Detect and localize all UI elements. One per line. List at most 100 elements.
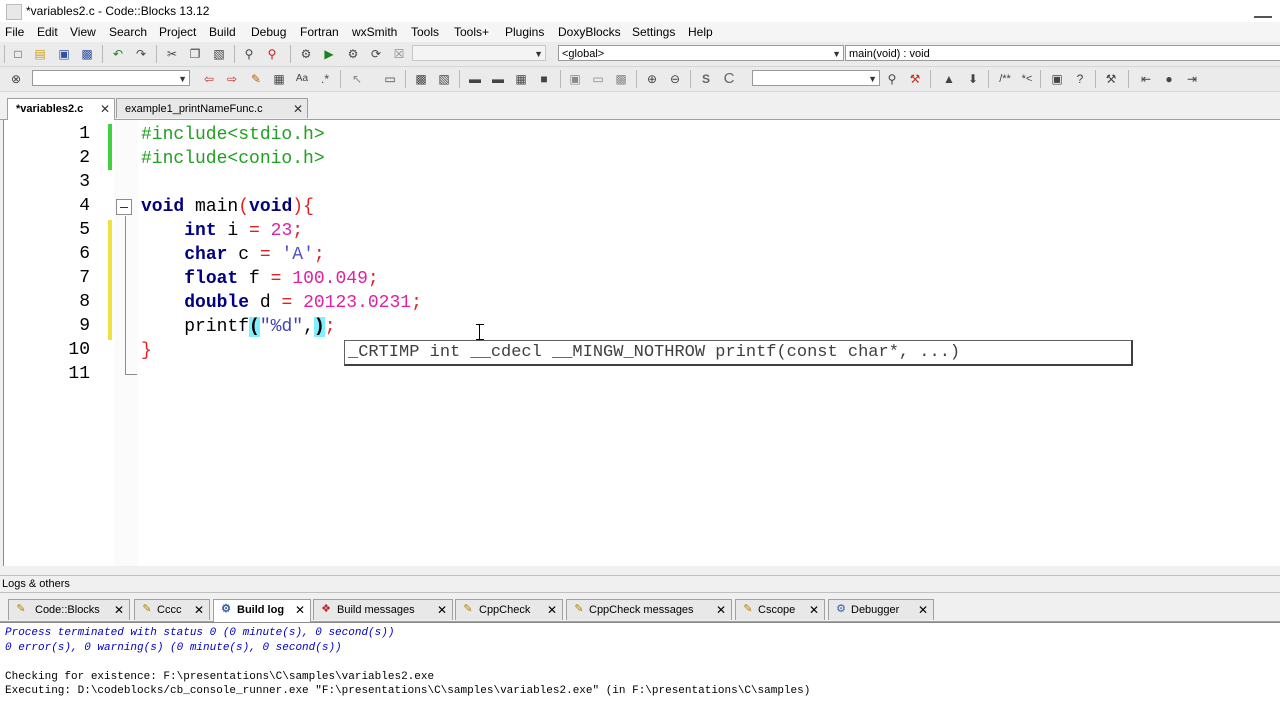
bookmark-icon[interactable]: ● xyxy=(1161,71,1177,87)
layout4-icon[interactable]: ■ xyxy=(536,71,552,87)
tab-example1[interactable]: example1_printNameFunc.c ✕ xyxy=(116,98,308,118)
tab-cccc[interactable]: ✎ Cccc ✕ xyxy=(134,599,210,620)
forward-arrow-icon[interactable]: ⇨ xyxy=(224,71,240,87)
save-all-icon[interactable]: ▩ xyxy=(79,46,95,62)
tab-cppcheck-messages[interactable]: ✎ CppCheck messages ✕ xyxy=(566,599,732,620)
tab-cscope[interactable]: ✎ Cscope ✕ xyxy=(735,599,825,620)
close-icon[interactable]: ✕ xyxy=(437,600,447,620)
build-gear-icon[interactable]: ⚙ xyxy=(298,46,314,62)
frame3-icon[interactable]: ▩ xyxy=(613,71,629,87)
undo-icon[interactable]: ↶ xyxy=(110,46,126,62)
menu-edit[interactable]: Edit xyxy=(37,25,58,39)
save-icon[interactable]: ▣ xyxy=(56,46,72,62)
rebuild-icon[interactable]: ⟳ xyxy=(368,46,384,62)
menu-fortran[interactable]: Fortran xyxy=(300,25,339,39)
replace-icon[interactable]: ⚲ xyxy=(264,46,280,62)
layout-icon[interactable]: ▬ xyxy=(467,71,483,87)
menu-build[interactable]: Build xyxy=(209,25,236,39)
frame-icon[interactable]: ▣ xyxy=(567,71,583,87)
text-style-icon[interactable]: Aa xyxy=(294,71,310,87)
paste-icon[interactable]: ▧ xyxy=(211,46,227,62)
tab-cppcheck[interactable]: ✎ CppCheck ✕ xyxy=(455,599,563,620)
highlight-icon[interactable]: ✎ xyxy=(248,71,264,87)
select-block-icon[interactable]: ▦ xyxy=(271,71,287,87)
label-icon[interactable]: ▧ xyxy=(436,71,452,87)
close-icon[interactable]: ✕ xyxy=(809,600,819,620)
close-icon[interactable]: ✕ xyxy=(114,600,124,620)
build-target-select[interactable]: ▼ xyxy=(412,45,546,61)
menu-view[interactable]: View xyxy=(70,25,96,39)
doc-icon[interactable]: ▣ xyxy=(1049,71,1065,87)
close-icon[interactable]: ✕ xyxy=(194,600,204,620)
next-bookmark-icon[interactable]: ⇥ xyxy=(1184,71,1200,87)
prev-bookmark-icon[interactable]: ⇤ xyxy=(1138,71,1154,87)
search-combo[interactable]: ▼ xyxy=(32,70,190,86)
box-icon[interactable]: ▭ xyxy=(382,71,398,87)
comment-block-icon[interactable]: /** xyxy=(994,71,1016,87)
hat-icon[interactable]: ▲ xyxy=(941,71,957,87)
fold-end xyxy=(125,374,137,375)
fold-toggle[interactable] xyxy=(116,199,132,215)
tab-debugger[interactable]: ⚙ Debugger ✕ xyxy=(828,599,934,620)
image-icon[interactable]: ▩ xyxy=(413,71,429,87)
comment-line-icon[interactable]: *< xyxy=(1018,71,1036,87)
close-icon[interactable]: ✕ xyxy=(547,600,557,620)
build-run-icon[interactable]: ⚙ xyxy=(345,46,361,62)
code-editor[interactable]: 1 2 3 4 5 6 7 8 9 10 11 #include<stdio.h… xyxy=(3,120,1280,566)
copy-icon[interactable]: ❐ xyxy=(187,46,203,62)
run-icon[interactable]: ▶ xyxy=(321,46,337,62)
zoom-in-icon[interactable]: ⊕ xyxy=(644,71,660,87)
layout2-icon[interactable]: ▬ xyxy=(490,71,506,87)
horizontal-scrollbar[interactable] xyxy=(3,566,1280,574)
tab-variables2[interactable]: *variables2.c ✕ xyxy=(7,98,115,120)
down-arrow-icon[interactable]: ⬇ xyxy=(965,71,981,87)
search-icon[interactable]: ⚲ xyxy=(884,71,900,87)
frame2-icon[interactable]: ▭ xyxy=(590,71,606,87)
menu-tools[interactable]: Tools xyxy=(411,25,439,39)
log-line: 0 error(s), 0 warning(s) (0 minute(s), 0… xyxy=(5,642,342,654)
wrench-icon[interactable]: ⚒ xyxy=(1103,71,1119,87)
close-icon[interactable]: ✕ xyxy=(716,600,726,620)
menu-search[interactable]: Search xyxy=(109,25,147,39)
build-log-output[interactable]: Process terminated with status 0 (0 minu… xyxy=(0,622,1280,721)
menu-plugins[interactable]: Plugins xyxy=(505,25,544,39)
symbol-combo[interactable]: ▼ xyxy=(752,70,880,86)
menu-settings[interactable]: Settings xyxy=(632,25,675,39)
close-icon[interactable]: ✕ xyxy=(918,600,928,620)
tab-codeblocks[interactable]: ✎ Code::Blocks ✕ xyxy=(8,599,130,620)
redo-icon[interactable]: ↷ xyxy=(133,46,149,62)
find-icon[interactable]: ⚲ xyxy=(241,46,257,62)
c-icon[interactable]: C xyxy=(721,71,737,87)
layout3-icon[interactable]: ▦ xyxy=(513,71,529,87)
tab-build-log[interactable]: ⚙ Build log ✕ xyxy=(213,599,311,622)
new-file-icon[interactable]: □ xyxy=(10,46,26,62)
regex-icon[interactable]: .* xyxy=(317,71,333,87)
tab-build-messages[interactable]: ❖ Build messages ✕ xyxy=(313,599,453,620)
menu-tools-plus[interactable]: Tools+ xyxy=(454,25,489,39)
menu-project[interactable]: Project xyxy=(159,25,196,39)
close-icon[interactable]: ✕ xyxy=(295,600,305,620)
help-doc-icon[interactable]: ? xyxy=(1072,71,1088,87)
cut-icon[interactable]: ✂ xyxy=(164,46,180,62)
s-icon[interactable]: S xyxy=(698,71,714,87)
abort-icon[interactable]: ☒ xyxy=(391,46,407,62)
menu-doxyblocks[interactable]: DoxyBlocks xyxy=(558,25,621,39)
minimize-button[interactable] xyxy=(1254,2,1272,18)
tools-icon[interactable]: ⚒ xyxy=(907,71,923,87)
toolbar-separator xyxy=(290,45,291,63)
menu-file[interactable]: File xyxy=(5,25,24,39)
clear-icon[interactable]: ⊗ xyxy=(8,71,24,87)
back-arrow-icon[interactable]: ⇦ xyxy=(201,71,217,87)
close-icon[interactable]: ✕ xyxy=(293,99,303,119)
scope-select[interactable]: <global> ▼ xyxy=(558,45,844,61)
zoom-out-icon[interactable]: ⊖ xyxy=(667,71,683,87)
menu-help[interactable]: Help xyxy=(688,25,713,39)
toolbar-separator xyxy=(1128,70,1129,88)
toolbar-separator xyxy=(636,70,637,88)
menu-wxsmith[interactable]: wxSmith xyxy=(352,25,397,39)
open-folder-icon[interactable]: ▤ xyxy=(32,46,48,62)
menu-debug[interactable]: Debug xyxy=(251,25,286,39)
pointer-icon[interactable]: ↖ xyxy=(349,71,365,87)
close-icon[interactable]: ✕ xyxy=(100,99,110,119)
function-select[interactable]: main(void) : void xyxy=(845,45,1280,61)
